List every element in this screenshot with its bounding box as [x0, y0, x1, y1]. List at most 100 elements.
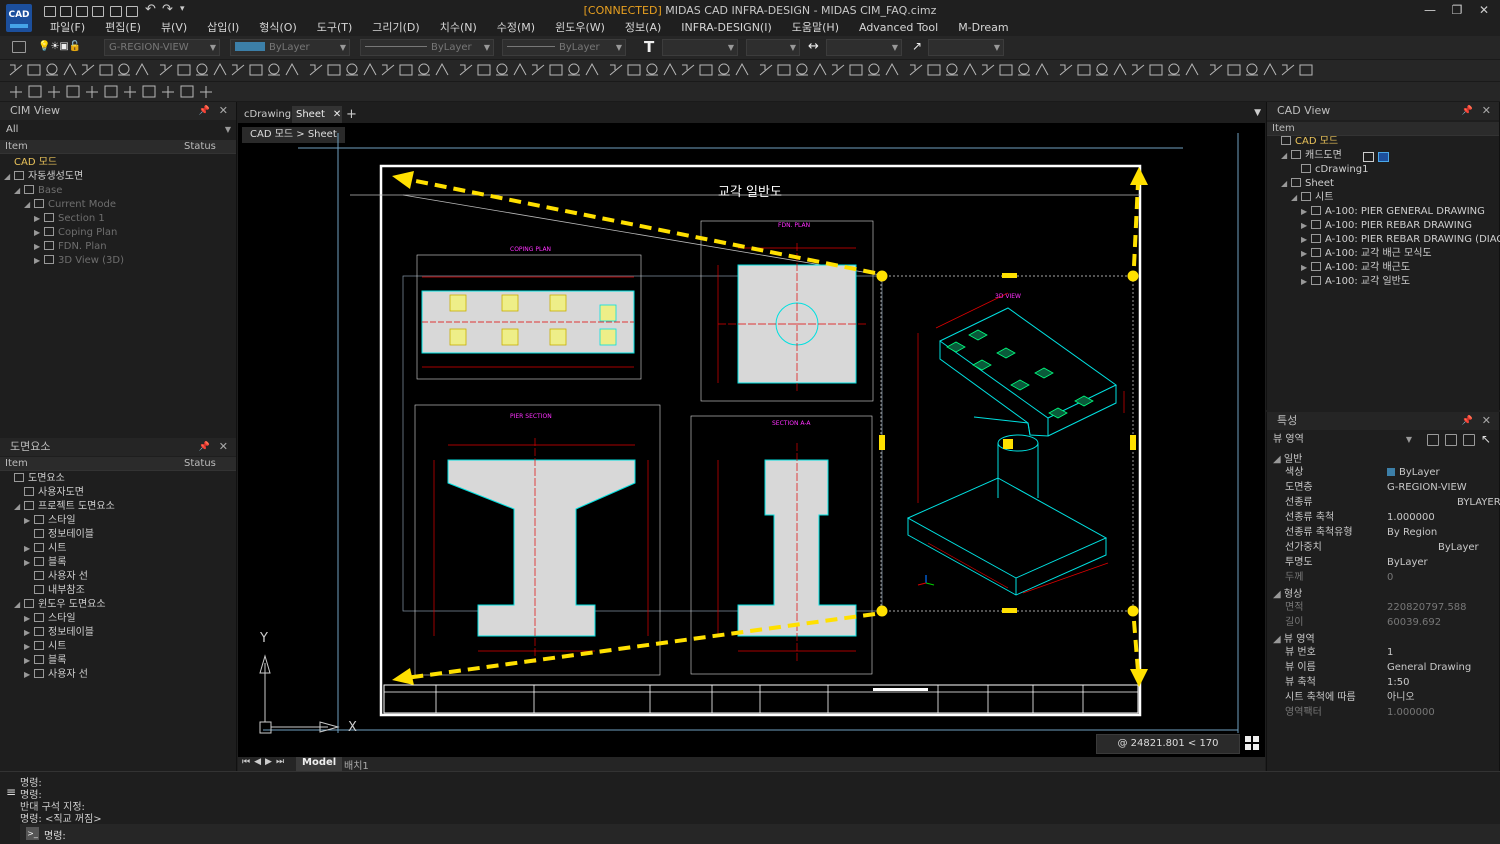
pin-icon[interactable]: 📌 — [1462, 412, 1473, 430]
open-folder-icon[interactable] — [60, 6, 72, 17]
layer-manager-icon[interactable] — [12, 41, 26, 53]
tree-expander-icon[interactable]: ◢ — [14, 598, 24, 612]
tree-expander-icon[interactable]: ▶ — [1301, 205, 1311, 219]
elements-tree-item[interactable]: ▶ 스타일 — [24, 514, 76, 528]
tree-expander-icon[interactable]: ▶ — [24, 542, 34, 556]
property-value[interactable]: 아니오 — [1387, 690, 1415, 705]
tree-expander-icon[interactable]: ◢ — [1281, 177, 1291, 191]
property-section-header[interactable]: ◢ 일반 — [1273, 450, 1302, 465]
color-dropdown[interactable]: ByLayer ▼ — [230, 39, 350, 56]
collapse-icon[interactable]: ◢ — [1273, 634, 1284, 645]
tree-expander-icon[interactable]: ▶ — [34, 254, 44, 268]
print-preview-icon[interactable] — [126, 6, 138, 17]
text-height-dropdown[interactable]: ▼ — [746, 39, 800, 56]
linetype-dropdown[interactable]: ByLayer ▼ — [360, 39, 494, 56]
elements-tree-item[interactable]: ▶ 시트 — [24, 640, 66, 654]
property-value[interactable]: ByLayer — [1399, 465, 1440, 480]
text-style-icon[interactable]: T — [644, 38, 654, 56]
minimize-icon[interactable]: — — [1420, 3, 1440, 17]
collapse-icon[interactable]: ◢ — [1273, 589, 1284, 600]
cad-tree-item[interactable]: ▶ A-100: PIER REBAR DRAWING (DIAG... — [1301, 233, 1500, 247]
cad-tree-item[interactable]: ◢ 시트 — [1291, 191, 1333, 205]
tree-expander-icon[interactable]: ▶ — [34, 240, 44, 254]
menu-advanced-tool[interactable]: Advanced Tool — [849, 20, 948, 36]
multileader-style-dropdown[interactable]: ▼ — [928, 39, 1004, 56]
property-row[interactable]: 색상 ByLayer — [1267, 465, 1497, 480]
cad-tree-item[interactable]: ▶ A-100: 교각 배근도 — [1301, 261, 1410, 275]
property-row[interactable]: 시트 축척에 따름 아니오 — [1267, 690, 1497, 705]
elements-tree-item[interactable]: ▶ 정보테이블 — [24, 626, 94, 640]
property-value[interactable]: 220820797.588 — [1387, 600, 1467, 615]
elements-tree-item[interactable]: 도면요소 — [4, 472, 65, 486]
elements-tree-item[interactable]: ▶ 사용자 선 — [24, 668, 88, 682]
layer-state-icons[interactable]: 💡☀▣🔓 — [38, 41, 81, 52]
elements-tree-item[interactable]: 정보테이블 — [24, 528, 94, 542]
cim-tree-item[interactable]: ◢ Base — [14, 184, 62, 198]
property-row[interactable]: 선종류 축척 1.000000 — [1267, 510, 1497, 525]
tree-expander-icon[interactable]: ▶ — [34, 226, 44, 240]
cad-tree-item[interactable]: ▶ A-100: PIER GENERAL DRAWING — [1301, 205, 1485, 219]
menu-help[interactable]: 도움말(H) — [782, 20, 849, 36]
new-file-icon[interactable] — [44, 6, 56, 17]
cim-tree-item[interactable]: ▶ FDN. Plan — [34, 240, 107, 254]
view-toggle-icon[interactable] — [1363, 152, 1374, 162]
layer-dropdown[interactable]: G-REGION-VIEW ▼ — [104, 39, 220, 56]
cad-tree-item[interactable]: ◢ Sheet — [1281, 177, 1334, 191]
menu-edit[interactable]: 편집(E) — [95, 20, 151, 36]
cim-tree-item[interactable]: ▶ 3D View (3D) — [34, 254, 124, 268]
tree-expander-icon[interactable]: ▶ — [1301, 275, 1311, 289]
save-as-icon[interactable] — [92, 6, 104, 17]
tree-expander-icon[interactable]: ▶ — [24, 514, 34, 528]
close-panel-icon[interactable]: ✕ — [219, 102, 228, 120]
cad-tree-item[interactable]: ▶ A-100: PIER REBAR DRAWING — [1301, 219, 1472, 233]
cad-tree-item[interactable]: ◢ 캐드도면 — [1281, 149, 1342, 163]
menu-format[interactable]: 형식(O) — [249, 20, 306, 36]
property-value[interactable]: ByLayer — [1387, 555, 1428, 570]
tab-layout1[interactable]: 배치1 — [344, 757, 369, 772]
elements-tree-item[interactable]: ▶ 블록 — [24, 556, 66, 570]
property-row[interactable]: 뷰 번호 1 — [1267, 645, 1497, 660]
drawing-canvas[interactable]: CAD 모드 > Sheet 교각 일반도 COPING PLAN FDN. P… — [238, 123, 1265, 757]
menu-info[interactable]: 정보(A) — [615, 20, 671, 36]
tree-expander-icon[interactable]: ◢ — [1291, 191, 1301, 205]
pin-icon[interactable]: 📌 — [199, 102, 210, 120]
property-value[interactable]: By Region — [1387, 525, 1437, 540]
close-window-icon[interactable]: ✕ — [1474, 3, 1494, 17]
property-value[interactable]: 60039.692 — [1387, 615, 1441, 630]
property-row[interactable]: 투명도 ByLayer — [1267, 555, 1497, 570]
menu-window[interactable]: 윈도우(W) — [545, 20, 615, 36]
quick-access-dropdown-icon[interactable]: ▾ — [180, 4, 185, 14]
grip-handles[interactable] — [876, 270, 1139, 617]
restore-icon[interactable]: ❐ — [1447, 3, 1467, 17]
property-section-header[interactable]: ◢ 형상 — [1273, 585, 1302, 600]
view-toggle-active-icon[interactable] — [1378, 152, 1389, 162]
layout-nav-icons[interactable]: ⏮◀▶⏭ — [242, 757, 288, 767]
cim-tree-item[interactable]: ◢ Current Mode — [24, 198, 116, 212]
dimension-style-icon[interactable]: ↔ — [808, 39, 819, 54]
tree-expander-icon[interactable]: ▶ — [24, 654, 34, 668]
close-panel-icon[interactable]: ✕ — [1482, 102, 1491, 120]
tree-expander-icon[interactable]: ◢ — [24, 198, 34, 212]
pin-icon[interactable]: 📌 — [1462, 102, 1473, 120]
tree-expander-icon[interactable]: ▶ — [1301, 261, 1311, 275]
multileader-style-icon[interactable]: ↗ — [912, 39, 922, 53]
text-style-dropdown[interactable]: ▼ — [662, 39, 738, 56]
property-value[interactable]: 1 — [1387, 645, 1393, 660]
elements-tree-item[interactable]: 내부참조 — [24, 584, 85, 598]
elements-tree-item[interactable]: ▶ 시트 — [24, 542, 66, 556]
tree-expander-icon[interactable]: ◢ — [14, 500, 24, 514]
cad-tree-item[interactable]: cDrawing1 — [1291, 163, 1368, 177]
elements-tree-item[interactable]: 사용자도면 — [14, 486, 84, 500]
close-panel-icon[interactable]: ✕ — [219, 438, 228, 456]
property-value[interactable]: G-REGION-VIEW — [1387, 480, 1467, 495]
undo-icon[interactable]: ↶ — [145, 2, 156, 17]
elements-tree-item[interactable]: 사용자 선 — [24, 570, 88, 584]
tool-icons-strip[interactable] — [8, 60, 1328, 82]
menu-view[interactable]: 뷰(V) — [151, 20, 197, 36]
lineweight-dropdown[interactable]: ByLayer ▼ — [502, 39, 626, 56]
tree-expander-icon[interactable]: ▶ — [24, 640, 34, 654]
cim-filter-dropdown[interactable]: All ▼ — [2, 122, 234, 139]
app-logo[interactable]: CAD — [6, 4, 32, 32]
menu-insert[interactable]: 삽입(I) — [197, 20, 249, 36]
elements-tree-item[interactable]: ▶ 블록 — [24, 654, 66, 668]
